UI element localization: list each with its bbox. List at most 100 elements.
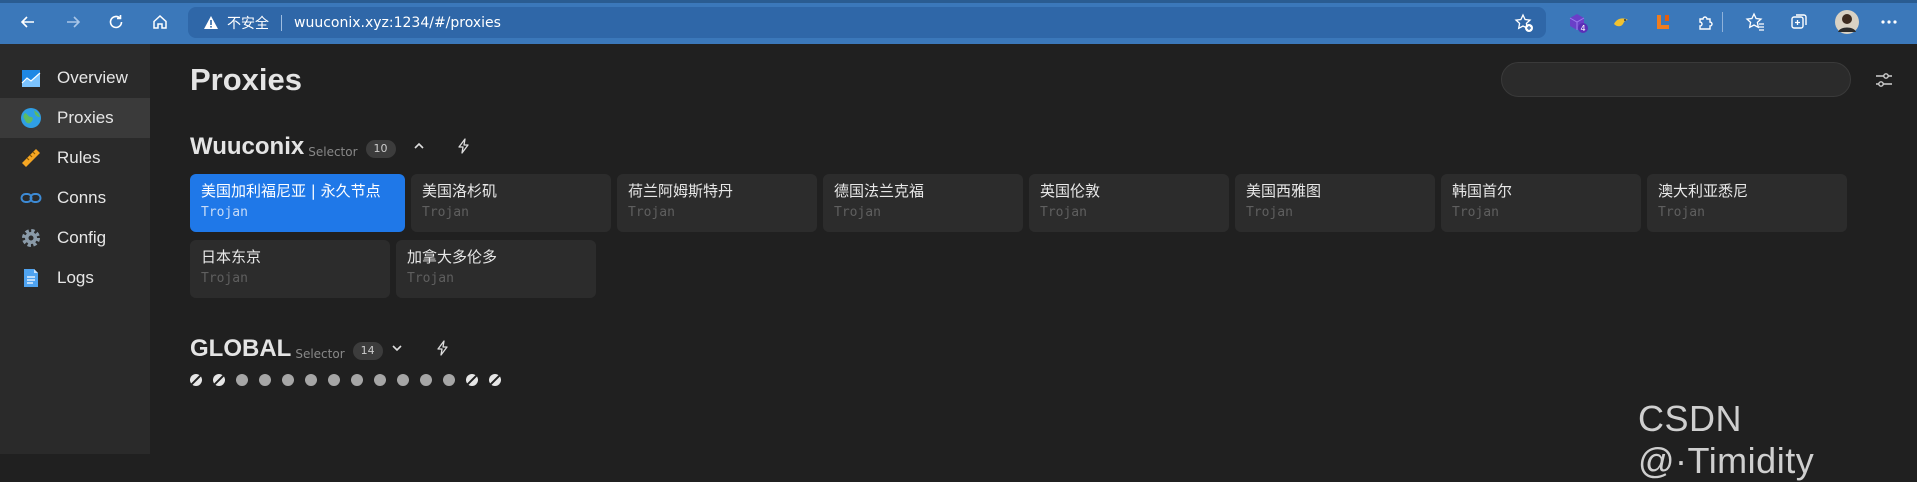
document-icon [20, 267, 42, 289]
sidebar-item-proxies[interactable]: Proxies [0, 98, 150, 138]
proxy-latency-dot[interactable] [259, 374, 271, 386]
sidebar-item-label: Logs [57, 268, 94, 287]
proxy-card[interactable]: 德国法兰克福 Trojan [823, 174, 1023, 232]
extension-tool-icon[interactable] [1652, 11, 1674, 33]
proxy-group-header: GLOBAL Selector 14 [190, 336, 383, 362]
sidebar-item-conns[interactable]: Conns [0, 178, 150, 218]
security-status[interactable]: 不安全 [227, 13, 269, 33]
proxy-card[interactable]: 加拿大多伦多 Trojan [396, 240, 596, 298]
group-type: Selector [295, 347, 345, 361]
proxy-name: 日本东京 [201, 248, 262, 266]
browser-toolbar: 不安全 wuuconix.xyz:1234/#/proxies 4 [0, 0, 1917, 44]
chevron-up-icon [414, 142, 424, 149]
extensions-puzzle-icon[interactable] [1695, 11, 1717, 33]
proxy-name: 韩国首尔 [1452, 182, 1513, 200]
settings-sliders-icon[interactable] [1873, 69, 1895, 91]
search-input[interactable] [1501, 62, 1851, 97]
arrow-left-icon [20, 16, 34, 28]
proxy-latency-dot[interactable] [190, 374, 202, 386]
sidebar-item-config[interactable]: Config [0, 218, 150, 258]
warning-icon[interactable] [202, 14, 220, 32]
add-favorite-icon[interactable] [1514, 13, 1534, 33]
extension-cube-icon[interactable]: 4 [1566, 11, 1588, 33]
sidebar-item-rules[interactable]: Rules [0, 138, 150, 178]
proxy-card[interactable]: 荷兰阿姆斯特丹 Trojan [617, 174, 817, 232]
chart-icon [20, 67, 42, 89]
extension-bird-icon[interactable] [1610, 11, 1632, 33]
proxy-name: 美国西雅图 [1246, 182, 1322, 200]
proxy-latency-dot[interactable] [236, 374, 248, 386]
proxy-name: 加拿大多伦多 [407, 248, 498, 266]
watermark-text: CSDN @·Timidity [1638, 398, 1815, 481]
proxy-latency-dot[interactable] [420, 374, 432, 386]
gear-icon [20, 227, 42, 249]
proxy-latency-dot[interactable] [397, 374, 409, 386]
group-count-badge: 10 [365, 140, 396, 158]
proxy-latency-dot[interactable] [466, 374, 478, 386]
proxy-latency-dot[interactable] [282, 374, 294, 386]
home-icon [153, 14, 167, 29]
sidebar-item-label: Rules [57, 148, 101, 167]
proxy-name: 德国法兰克福 [834, 182, 925, 200]
home-button[interactable] [148, 10, 172, 34]
proxy-latency-dot[interactable] [489, 374, 501, 386]
sidebar-item-logs[interactable]: Logs [0, 258, 150, 298]
proxy-card[interactable]: 美国西雅图 Trojan [1235, 174, 1435, 232]
latency-test-button[interactable] [432, 337, 454, 359]
sidebar: Overview Proxies Rules Conns Config Logs [0, 44, 150, 454]
back-button[interactable] [16, 10, 40, 34]
group-type: Selector [308, 145, 358, 159]
globe-icon [20, 107, 42, 129]
proxy-type: Trojan [1658, 205, 1705, 220]
proxy-name: 英国伦敦 [1040, 182, 1101, 200]
proxy-type: Trojan [1040, 205, 1087, 220]
proxy-type: Trojan [201, 271, 248, 286]
proxy-name: 美国洛杉矶 [422, 182, 498, 200]
group-count-badge: 14 [352, 342, 383, 360]
profile-avatar[interactable] [1834, 9, 1860, 35]
proxy-name: 荷兰阿姆斯特丹 [628, 182, 734, 200]
group-name: Wuuconix [190, 133, 305, 160]
collapse-group-button[interactable] [408, 135, 430, 157]
proxy-card[interactable]: 日本东京 Trojan [190, 240, 390, 298]
sidebar-item-label: Overview [57, 68, 128, 87]
proxy-card[interactable]: 美国洛杉矶 Trojan [411, 174, 611, 232]
address-bar[interactable]: 不安全 wuuconix.xyz:1234/#/proxies [188, 7, 1546, 38]
sidebar-item-label: Proxies [57, 108, 114, 127]
arrow-right-icon [67, 16, 81, 28]
url-text[interactable]: wuuconix.xyz:1234/#/proxies [294, 15, 501, 31]
page-title: Proxies [190, 62, 303, 97]
sidebar-item-label: Config [57, 228, 107, 247]
latency-test-button[interactable] [453, 135, 475, 157]
sidebar-item-label: Conns [57, 188, 107, 207]
proxy-name: 澳大利亚悉尼 [1658, 182, 1749, 200]
proxy-type: Trojan [628, 205, 675, 220]
proxy-type: Trojan [834, 205, 881, 220]
link-icon [20, 187, 42, 209]
proxy-card[interactable]: 韩国首尔 Trojan [1441, 174, 1641, 232]
expand-group-button[interactable] [386, 337, 408, 359]
proxy-card[interactable]: 美国加利福尼亚 | 永久节点 Trojan [190, 174, 405, 232]
forward-button[interactable] [61, 10, 85, 34]
proxy-card[interactable]: 英国伦敦 Trojan [1029, 174, 1229, 232]
extension-badge: 4 [1580, 24, 1585, 33]
more-menu-icon[interactable] [1878, 11, 1900, 33]
proxy-latency-dot[interactable] [443, 374, 455, 386]
proxy-latency-dot[interactable] [213, 374, 225, 386]
lightning-icon [437, 340, 448, 356]
proxy-latency-dot[interactable] [305, 374, 317, 386]
favorites-icon[interactable] [1744, 11, 1766, 33]
ruler-icon [20, 147, 42, 169]
proxy-latency-dot[interactable] [374, 374, 386, 386]
proxy-card[interactable]: 澳大利亚悉尼 Trojan [1647, 174, 1847, 232]
address-divider [281, 14, 282, 31]
proxy-type: Trojan [407, 271, 454, 286]
proxy-latency-dot[interactable] [328, 374, 340, 386]
proxy-type: Trojan [1452, 205, 1499, 220]
proxy-latency-dot[interactable] [351, 374, 363, 386]
sidebar-item-overview[interactable]: Overview [0, 58, 150, 98]
proxy-type: Trojan [1246, 205, 1293, 220]
refresh-button[interactable] [104, 10, 128, 34]
toolbar-divider [1722, 12, 1723, 32]
collections-icon[interactable] [1788, 11, 1810, 33]
